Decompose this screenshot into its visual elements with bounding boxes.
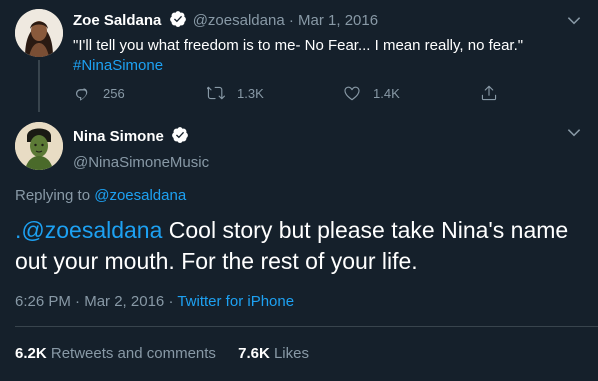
- tweet-thread: Zoe Saldana @zoesaldana · Mar 1, 2016 "I…: [0, 0, 598, 381]
- likes-count: 7.6K: [238, 345, 270, 362]
- tweet-stats: 6.2K Retweets and comments 7.6K Likes: [15, 345, 309, 362]
- replying-prefix: Replying to: [15, 187, 91, 204]
- dot-separator: ·: [288, 12, 294, 29]
- tweet-source[interactable]: Twitter for iPhone: [177, 293, 294, 310]
- parent-tweet-actions: 256 1.3K 1.4K: [73, 82, 513, 104]
- author-name[interactable]: Zoe Saldana: [73, 12, 161, 29]
- author-name[interactable]: Nina Simone: [73, 128, 164, 145]
- retweets-count: 6.2K: [15, 345, 47, 362]
- retweet-count: 1.3K: [237, 85, 264, 101]
- thread-connector-line: [38, 60, 40, 112]
- reply-button[interactable]: 256: [73, 82, 125, 104]
- divider: [15, 326, 598, 327]
- main-tweet-author[interactable]: Nina Simone @NinaSimoneMusic: [73, 126, 209, 173]
- like-button[interactable]: 1.4K: [343, 82, 400, 104]
- parent-tweet-header: Zoe Saldana @zoesaldana · Mar 1, 2016: [73, 10, 573, 34]
- author-handle[interactable]: @NinaSimoneMusic: [73, 153, 209, 173]
- chevron-down-icon[interactable]: [565, 124, 583, 142]
- parent-tweet-text: "I'll tell you what freedom is to me- No…: [73, 37, 524, 54]
- likes-label: Likes: [273, 345, 309, 362]
- tweet-meta: 6:26 PM · Mar 2, 2016 · Twitter for iPho…: [15, 293, 294, 310]
- retweet-icon: [207, 86, 225, 100]
- main-tweet-text: .@zoesaldana Cool story but please take …: [15, 215, 585, 277]
- likes-stat[interactable]: 7.6K Likes: [238, 345, 309, 362]
- tweet-date[interactable]: Mar 1, 2016: [298, 12, 378, 29]
- reply-count: 256: [103, 85, 125, 101]
- share-button[interactable]: [480, 82, 510, 104]
- retweet-button[interactable]: 1.3K: [207, 82, 264, 104]
- heart-icon: [344, 86, 360, 101]
- replying-to: Replying to @zoesaldana: [15, 187, 186, 204]
- dot-separator: ·: [168, 293, 174, 310]
- mention-link[interactable]: .@zoesaldana: [15, 217, 162, 243]
- hashtag-link[interactable]: #NinaSimone: [73, 57, 163, 74]
- retweets-stat[interactable]: 6.2K Retweets and comments: [15, 345, 216, 362]
- chevron-down-icon[interactable]: [565, 12, 583, 30]
- parent-tweet[interactable]: Zoe Saldana @zoesaldana · Mar 1, 2016 "I…: [73, 10, 573, 76]
- avatar-zoe-saldana[interactable]: [15, 9, 63, 57]
- avatar-nina-simone[interactable]: [15, 122, 63, 170]
- author-handle[interactable]: @zoesaldana: [193, 12, 285, 29]
- like-count: 1.4K: [373, 85, 400, 101]
- replying-to-link[interactable]: @zoesaldana: [94, 187, 186, 204]
- verified-badge-icon: [169, 10, 187, 34]
- verified-badge-icon: [171, 126, 189, 150]
- share-icon: [481, 85, 497, 101]
- retweets-label: Retweets and comments: [50, 345, 216, 362]
- reply-icon: [76, 88, 88, 101]
- dot-separator: ·: [75, 293, 81, 310]
- tweet-date[interactable]: Mar 2, 2016: [84, 293, 164, 310]
- tweet-time[interactable]: 6:26 PM: [15, 293, 71, 310]
